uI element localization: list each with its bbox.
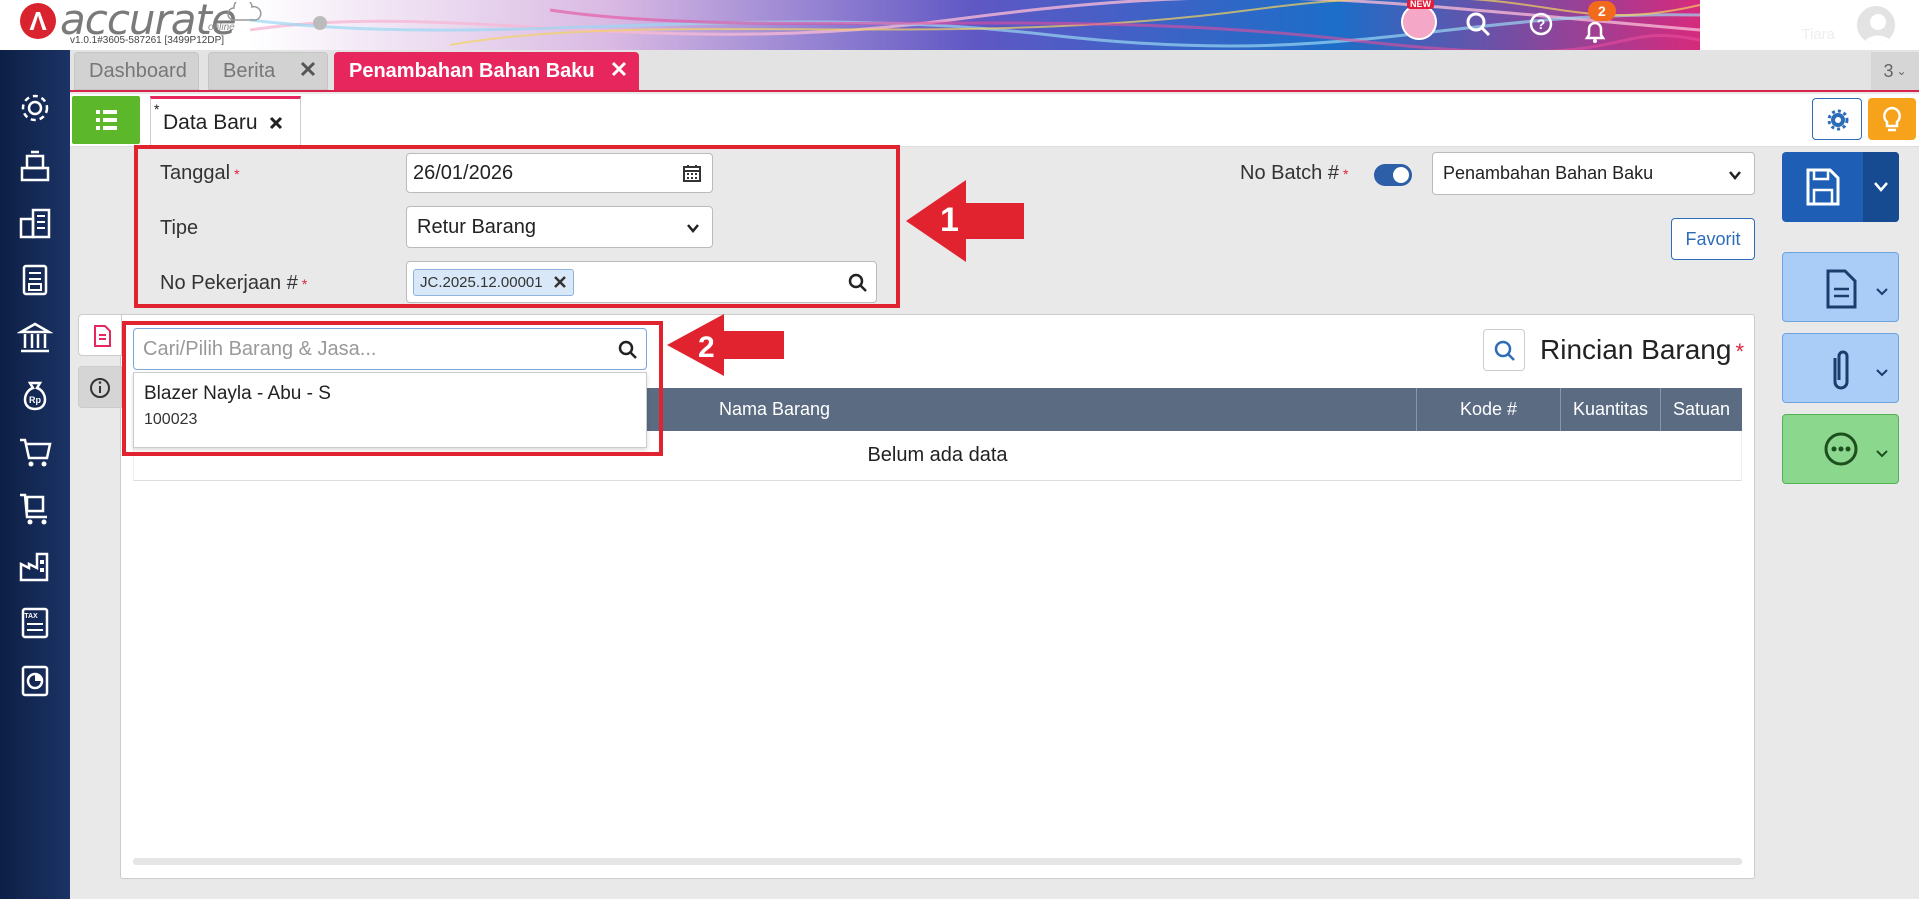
- col-kuantitas[interactable]: Kuantitas: [1560, 388, 1660, 431]
- form-type-value: Penambahan Bahan Baku: [1443, 163, 1654, 183]
- annotation-number-1: 1: [940, 201, 959, 239]
- required-marker: *: [1342, 166, 1349, 182]
- highlight-box-1: [134, 145, 900, 308]
- mascot-icon[interactable]: [1401, 4, 1437, 40]
- tab-info[interactable]: [78, 366, 122, 408]
- tax-report-icon[interactable]: TAX: [17, 605, 53, 641]
- user-silhouette-icon: [1863, 14, 1893, 44]
- tab-label: Penambahan Bahan Baku: [349, 59, 595, 82]
- required-marker: *: [1735, 339, 1745, 364]
- batch-label-text: No Batch #: [1240, 162, 1339, 184]
- cart-icon[interactable]: [17, 434, 53, 470]
- avatar[interactable]: [1855, 4, 1897, 46]
- unsaved-marker: *: [154, 101, 160, 117]
- favorit-button[interactable]: Favorit: [1671, 218, 1755, 260]
- version-text: v1.0.1#3605-587261 [3499P12DP]: [70, 35, 225, 46]
- chevron-down-icon: [1729, 171, 1741, 180]
- close-icon[interactable]: [268, 115, 284, 131]
- list-view-button[interactable]: [72, 96, 140, 144]
- tips-button[interactable]: [1868, 98, 1916, 140]
- save-options-toggle[interactable]: [1863, 152, 1899, 222]
- rincian-search-button[interactable]: [1483, 329, 1525, 371]
- sub-bar: * Data Baru: [70, 94, 1919, 147]
- rincian-title-text: Rincian Barang: [1540, 334, 1732, 365]
- rincian-title: Rincian Barang *: [1540, 334, 1744, 366]
- tab-count-label: 3: [1883, 60, 1894, 81]
- batch-label: No Batch # *: [1240, 162, 1348, 185]
- document-list-icon: [94, 325, 111, 347]
- form-type-select[interactable]: Penambahan Bahan Baku: [1432, 152, 1755, 195]
- batch-toggle[interactable]: [1374, 164, 1412, 186]
- user-name: Tiara: [1801, 26, 1835, 43]
- chart-report-icon[interactable]: [17, 663, 53, 699]
- svg-text:?: ?: [1537, 16, 1546, 32]
- more-actions-button[interactable]: [1782, 414, 1899, 484]
- cash-register-icon[interactable]: [17, 148, 53, 184]
- svg-text:Rp: Rp: [29, 395, 41, 405]
- data-tab-label: Data Baru: [163, 111, 258, 134]
- tab-label: Dashboard: [89, 59, 187, 82]
- floppy-disk-icon: [1806, 168, 1840, 206]
- svg-text:TAX: TAX: [24, 613, 38, 620]
- tab-penambahan-bahan-baku[interactable]: Penambahan Bahan Baku: [334, 52, 639, 90]
- annotation-arrow-1: [906, 180, 1024, 262]
- search-icon[interactable]: [1464, 10, 1492, 38]
- col-satuan[interactable]: Satuan: [1660, 388, 1742, 431]
- money-bag-icon[interactable]: Rp: [17, 377, 53, 413]
- annotation-arrow-2: [667, 314, 784, 376]
- chevron-down-icon: [1874, 182, 1888, 192]
- attachment-button[interactable]: [1782, 333, 1899, 403]
- notification-badge: 2: [1588, 1, 1616, 21]
- horizontal-scrollbar[interactable]: [133, 858, 1742, 865]
- search-icon: [1494, 340, 1515, 361]
- close-icon[interactable]: [299, 60, 317, 78]
- ledger-icon[interactable]: [17, 262, 53, 298]
- bell-icon[interactable]: [1581, 18, 1609, 46]
- building-icon[interactable]: [17, 205, 53, 241]
- company-name[interactable]: Fifi Fashion: [1721, 2, 1835, 28]
- highlight-box-2: [122, 321, 663, 456]
- chevron-down-icon[interactable]: [1901, 14, 1915, 28]
- close-icon[interactable]: [610, 60, 628, 78]
- factory-icon[interactable]: [17, 548, 53, 584]
- tab-dashboard[interactable]: Dashboard: [74, 52, 199, 90]
- info-icon: [90, 378, 110, 398]
- header-actions: NEW ? 2 Fifi Fashion Tiara: [1359, 0, 1919, 50]
- settings-button[interactable]: [1812, 98, 1862, 140]
- document-button[interactable]: [1782, 252, 1899, 322]
- tab-detail[interactable]: [78, 314, 122, 356]
- new-badge: NEW: [1407, 0, 1434, 9]
- cloud-icon: [227, 2, 262, 21]
- delivery-cart-icon[interactable]: [17, 491, 53, 527]
- lightbulb-icon: [1883, 106, 1901, 132]
- accurate-logo-mark-icon: Λ: [20, 3, 56, 39]
- paperclip-icon: [1833, 350, 1888, 390]
- status-dot: [313, 16, 327, 30]
- chevron-down-icon: ⌄: [1896, 64, 1907, 78]
- bank-icon[interactable]: [17, 320, 53, 356]
- tab-overflow-count[interactable]: 3 ⌄: [1871, 52, 1919, 90]
- brand-suffix: online: [208, 22, 235, 33]
- gear-icon: [1827, 109, 1849, 131]
- ellipsis-icon: [1824, 432, 1888, 466]
- list-icon: [96, 110, 117, 130]
- col-kode[interactable]: Kode #: [1416, 388, 1560, 431]
- gear-icon[interactable]: [17, 90, 53, 126]
- tab-label: Berita: [223, 59, 276, 82]
- help-icon[interactable]: ?: [1527, 10, 1555, 38]
- tab-data-baru[interactable]: * Data Baru: [150, 96, 301, 147]
- left-sidebar: Rp TAX: [0, 50, 70, 899]
- save-button[interactable]: [1782, 152, 1899, 222]
- tab-bar: Dashboard Berita Penambahan Bahan Baku 3…: [70, 50, 1919, 92]
- annotation-number-2: 2: [698, 331, 715, 364]
- top-bar: Λ accurate online v1.0.1#3605-587261 [34…: [0, 0, 1919, 50]
- document-icon: [1826, 269, 1888, 309]
